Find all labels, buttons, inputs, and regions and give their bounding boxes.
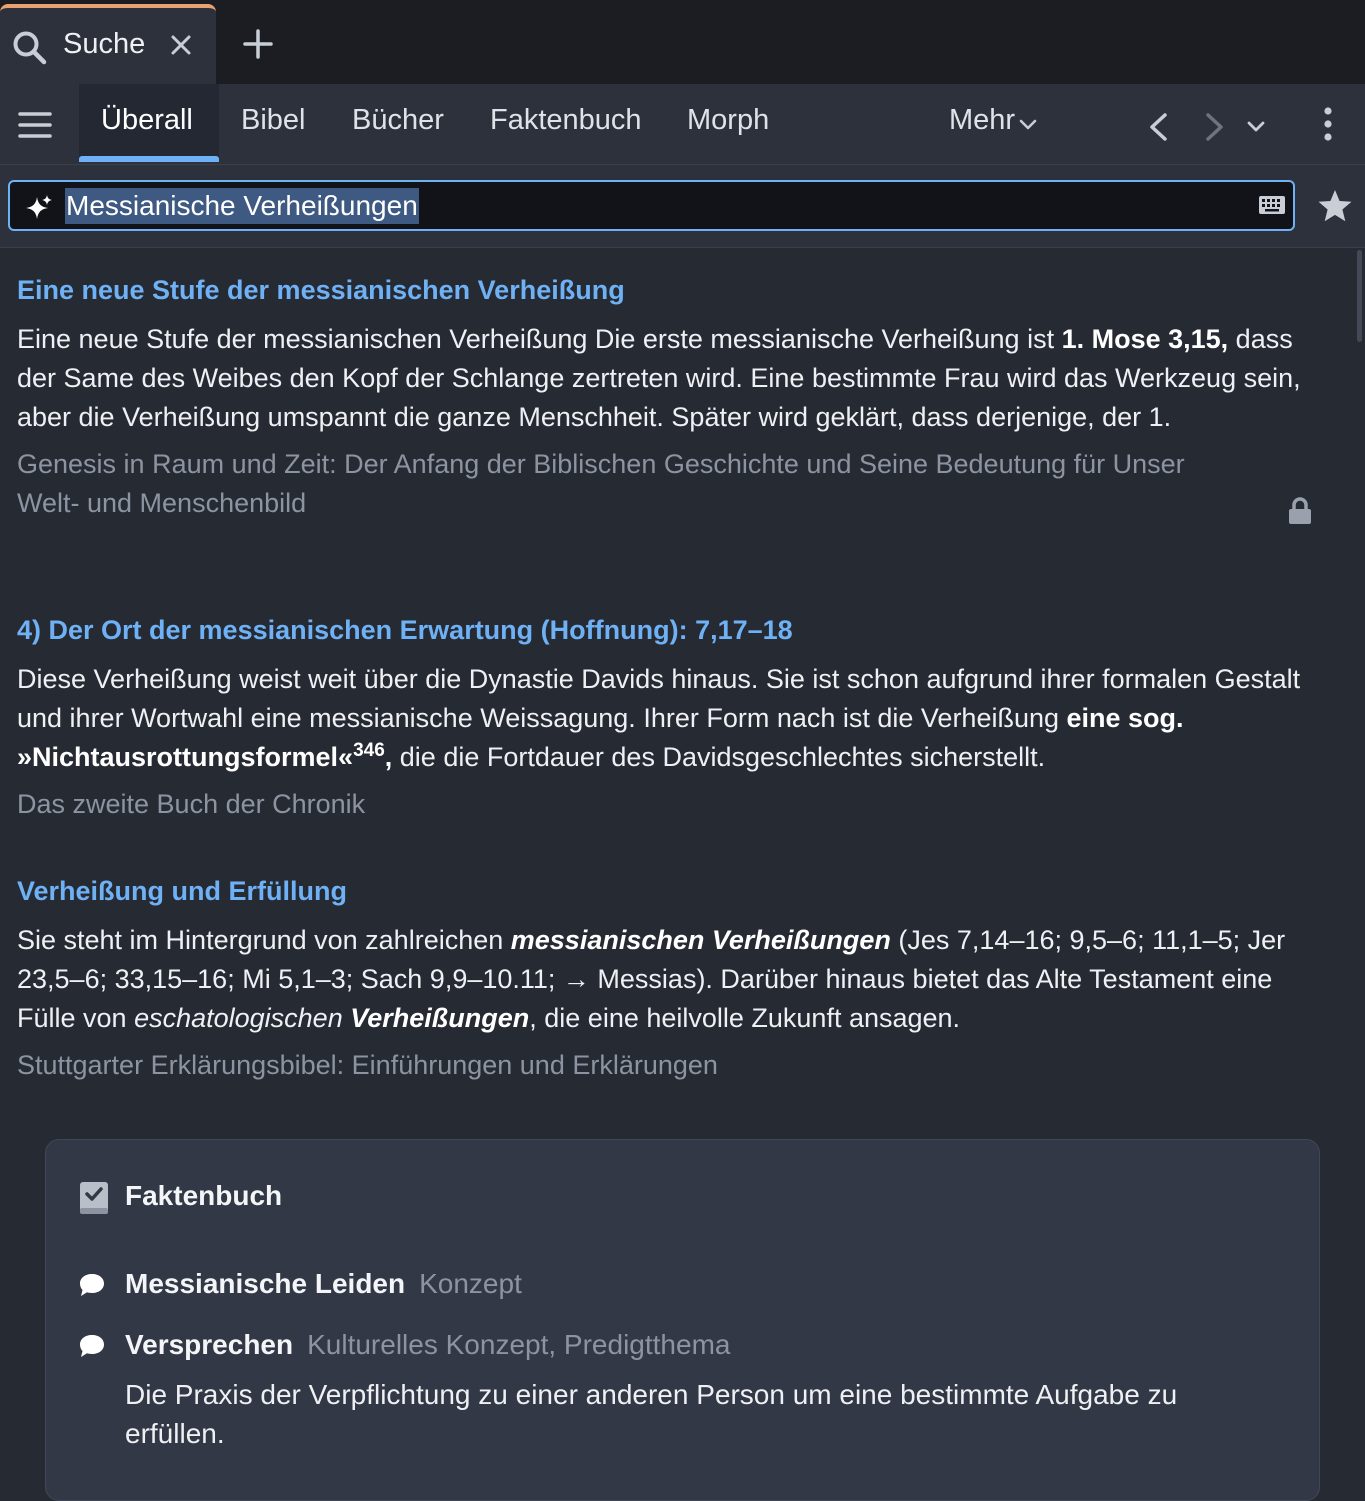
result-title[interactable]: 4) Der Ort der messianischen Erwartung (…	[17, 615, 1307, 646]
result-source[interactable]: Stuttgarter Erklärungsbibel: Einführunge…	[17, 1046, 1307, 1085]
fact-type: Konzept	[419, 1268, 522, 1299]
search-scope-bar: Überall Bibel Bücher Faktenbuch Morph Me…	[0, 84, 1365, 165]
bible-reference[interactable]: 1. Mose 3,15,	[1062, 324, 1229, 354]
search-result: Verheißung und Erfüllung Sie steht im Hi…	[17, 876, 1307, 1085]
tab-morph[interactable]: Morph	[687, 104, 769, 137]
result-title[interactable]: Verheißung und Erfüllung	[17, 876, 1307, 907]
scrollbar-thumb[interactable]	[1357, 250, 1362, 342]
fact-description: Die Praxis der Verpflichtung zu einer an…	[125, 1379, 1178, 1449]
footnote-marker[interactable]: 346	[353, 740, 385, 761]
search-input[interactable]: Messianische Verheißungen	[8, 180, 1295, 231]
result-snippet: Diese Verheißung weist weit über die Dyn…	[17, 664, 1301, 772]
factbook-title[interactable]: Faktenbuch	[125, 1180, 282, 1212]
keyboard-icon[interactable]	[1258, 195, 1286, 220]
search-query-text[interactable]: Messianische Verheißungen	[65, 188, 419, 224]
more-button[interactable]: Mehr	[949, 104, 1015, 137]
result-title[interactable]: Eine neue Stufe der messianischen Verhei…	[17, 275, 1307, 306]
search-icon	[12, 30, 48, 71]
tab-search[interactable]: Suche	[0, 4, 216, 84]
result-source[interactable]: Das zweite Buch der Chronik	[17, 785, 1307, 824]
fact-name: Messianische Leiden	[125, 1268, 406, 1299]
new-tab-plus-icon[interactable]	[243, 29, 273, 64]
star-icon[interactable]	[1317, 189, 1353, 228]
tab-faktenbuch[interactable]: Faktenbuch	[490, 104, 642, 137]
result-source[interactable]: Genesis in Raum und Zeit: Der Anfang der…	[17, 445, 1252, 523]
kebab-menu-icon[interactable]	[1320, 106, 1336, 147]
active-tab-indicator	[79, 156, 219, 162]
back-arrow-icon[interactable]	[1146, 112, 1170, 147]
factbook-panel: Faktenbuch Messianische Leiden Konzept Ve…	[45, 1139, 1320, 1501]
tab-label: Suche	[63, 28, 146, 60]
tab-buecher[interactable]: Bücher	[352, 104, 444, 137]
history-dropdown-icon[interactable]	[1246, 120, 1266, 139]
speech-bubble-icon	[78, 1333, 106, 1364]
tab-ueberall[interactable]: Überall	[101, 104, 193, 137]
lock-icon	[1287, 497, 1313, 530]
tab-bibel[interactable]: Bibel	[241, 104, 306, 137]
factbook-icon	[78, 1180, 110, 1221]
fact-name: Versprechen	[125, 1329, 294, 1360]
search-result: Eine neue Stufe der messianischen Verhei…	[17, 275, 1307, 523]
forward-arrow-icon[interactable]	[1203, 112, 1227, 147]
result-snippet: Sie steht im Hintergrund von zahlreichen…	[17, 925, 1286, 1033]
menu-icon[interactable]	[18, 110, 52, 145]
fact-type: Kulturelles Konzept, Predigtthema	[307, 1329, 731, 1360]
close-icon[interactable]	[170, 34, 192, 61]
chevron-down-icon[interactable]	[1019, 118, 1037, 136]
sparkle-icon	[26, 194, 54, 227]
search-result: 4) Der Ort der messianischen Erwartung (…	[17, 615, 1307, 824]
result-snippet: Eine neue Stufe der messianischen Verhei…	[17, 324, 1301, 432]
speech-bubble-icon	[78, 1272, 106, 1303]
tab-strip: Suche	[0, 0, 1365, 84]
search-row: Messianische Verheißungen	[0, 165, 1365, 248]
